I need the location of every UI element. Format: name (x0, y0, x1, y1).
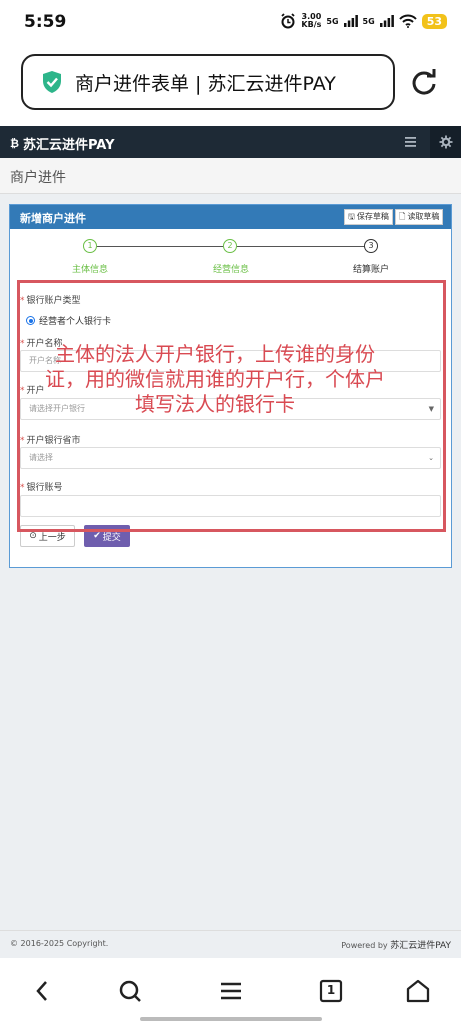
status-bar: 5:59 3.00 KB/s 5G 5G 53 (0, 0, 461, 48)
settings-button[interactable] (430, 126, 461, 158)
brand-name: 苏汇云进件PAY (22, 138, 115, 153)
search-icon[interactable] (117, 978, 143, 1004)
shield-check-icon (43, 71, 61, 93)
menu-icon[interactable] (218, 978, 244, 1004)
network-speed: 3.00 KB/s (301, 13, 321, 29)
step-label-1: 主体信息 (72, 265, 109, 275)
address-bar[interactable]: 商户进件表单 | 苏汇云进件PAY (21, 54, 395, 110)
document-icon: 🗋 (399, 212, 406, 221)
step-label-3: 结算账户 (353, 265, 390, 275)
save-draft-button[interactable]: 🖫 保存草稿 (344, 209, 393, 225)
home-icon[interactable] (405, 978, 431, 1004)
step-circle-3: 3 (364, 239, 378, 253)
annotation-text: 主体的法人开户银行，上传谁的身份证，用的微信就用谁的开户行，个体户填写法人的银行… (45, 342, 385, 416)
reload-icon[interactable] (410, 68, 438, 96)
load-draft-button[interactable]: 🗋 读取草稿 (395, 209, 444, 225)
load-draft-label: 读取草稿 (407, 212, 440, 221)
app-header: ₿ 苏汇云进件PAY (0, 126, 461, 158)
circle-left-icon: ⊙ (29, 531, 37, 541)
page-footer: © 2016-2025 Copyright. Powered by 苏汇云进件P… (0, 930, 461, 958)
step-label-2: 经营信息 (213, 265, 250, 275)
check-circle-icon: ✔ (93, 531, 101, 541)
back-icon[interactable] (30, 978, 56, 1004)
signal-icon-2 (379, 15, 394, 27)
breadcrumb: 商户进件 (0, 158, 461, 194)
home-indicator[interactable] (140, 1017, 322, 1021)
panel-header: 新增商户进件 🖫 保存草稿 🗋 读取草稿 (10, 205, 451, 229)
net-5g-label: 5G (326, 16, 339, 26)
app-brand[interactable]: ₿ 苏汇云进件PAY (10, 134, 115, 153)
step-circle-2: 2 (223, 239, 237, 253)
page-title: 商户进件 (10, 170, 66, 186)
step-connector (97, 246, 223, 247)
battery-indicator: 53 (421, 13, 447, 29)
powered-brand: 苏汇云进件PAY (390, 941, 451, 951)
wifi-icon (398, 14, 417, 28)
step-circle-1: 1 (83, 239, 97, 253)
status-icons: 3.00 KB/s 5G 5G 53 (280, 13, 447, 29)
alarm-icon (281, 13, 296, 29)
page-title-in-address-bar: 商户进件表单 | 苏汇云进件PAY (75, 72, 336, 95)
tabs-button[interactable]: 1 (318, 978, 344, 1004)
speed-unit: KB/s (301, 20, 322, 29)
step-connector (237, 246, 365, 247)
save-icon: 🖫 (348, 212, 355, 221)
bitcoin-icon: ₿ (10, 137, 19, 150)
powered-prefix: Powered by (341, 941, 388, 950)
tab-count: 1 (326, 983, 336, 997)
save-draft-label: 保存草稿 (356, 212, 389, 221)
browser-bottom-nav: 1 (0, 958, 461, 1024)
hamburger-menu-icon[interactable] (400, 134, 420, 150)
gear-icon (439, 135, 453, 149)
net-5g-label-2: 5G (362, 16, 375, 26)
signal-icon (343, 15, 358, 27)
copyright-text: © 2016-2025 Copyright. (10, 939, 109, 948)
panel-title: 新增商户进件 (20, 212, 86, 225)
status-time: 5:59 (24, 12, 67, 32)
powered-by: Powered by 苏汇云进件PAY (341, 938, 451, 951)
